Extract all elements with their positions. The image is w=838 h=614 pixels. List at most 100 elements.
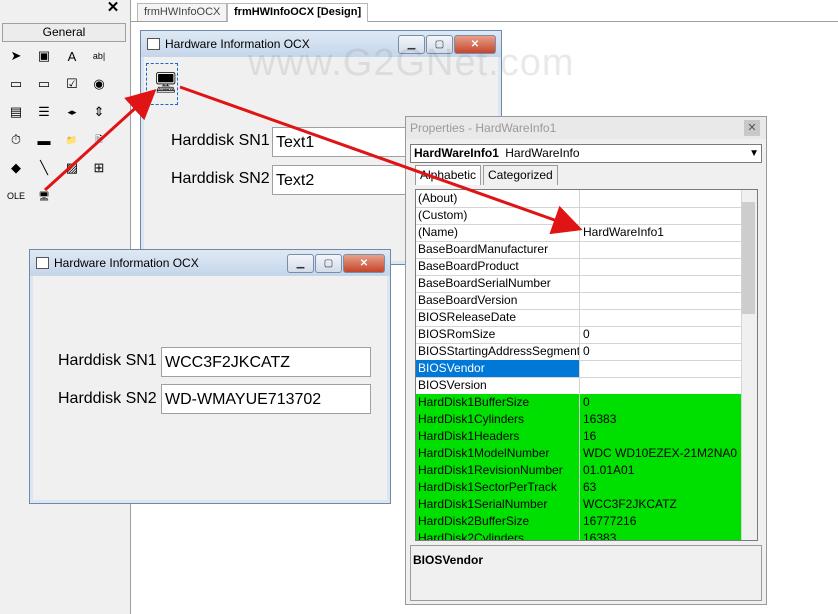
tab-categorized[interactable]: Categorized	[483, 165, 558, 185]
chevron-down-icon[interactable]: ▼	[749, 145, 759, 162]
property-row[interactable]: BIOSStartingAddressSegment 0	[416, 343, 741, 361]
run-form-titlebar: Hardware Information OCX ▁ ▢ ✕	[30, 250, 390, 276]
drivelistbox-icon[interactable]: ▬	[33, 129, 55, 151]
ole-icon[interactable]: OLE	[5, 185, 27, 207]
property-row[interactable]: HardDisk2BufferSize 16777216	[416, 513, 741, 531]
properties-window: Properties - HardWareInfo1 ✕ HardWareInf…	[405, 116, 767, 605]
line-icon[interactable]: ╲	[33, 157, 55, 179]
property-value[interactable]: 0	[581, 343, 743, 360]
hscrollbar-icon[interactable]: ◂▸	[61, 101, 83, 123]
property-value[interactable]: 16777216	[581, 513, 743, 530]
run-textbox-sn1[interactable]: WCC3F2JKCATZ	[161, 347, 371, 377]
properties-titlebar: Properties - HardWareInfo1 ✕	[406, 117, 766, 139]
property-value[interactable]: 63	[581, 479, 743, 496]
property-value[interactable]	[581, 292, 743, 309]
minimize-button[interactable]: ▁	[287, 254, 314, 273]
property-value[interactable]	[581, 190, 743, 207]
property-name: BaseBoardSerialNumber	[416, 275, 580, 292]
property-value[interactable]: 16383	[581, 411, 743, 428]
property-row[interactable]: HardDisk1Cylinders 16383	[416, 411, 741, 429]
property-row[interactable]: HardDisk1RevisionNumber 01.01A01	[416, 462, 741, 480]
property-row[interactable]: (About)	[416, 190, 741, 208]
property-row[interactable]: HardDisk1ModelNumber WDC WD10EZEX-21M2NA0	[416, 445, 741, 463]
object-type: HardWareInfo	[505, 146, 580, 160]
toolbox-general-tab[interactable]: General	[2, 23, 126, 42]
tab-alphabetic[interactable]: Alphabetic	[415, 165, 482, 185]
property-row[interactable]: BIOSRomSize 0	[416, 326, 741, 344]
property-name: BIOSStartingAddressSegment	[418, 343, 580, 360]
property-row[interactable]: BaseBoardSerialNumber	[416, 275, 741, 293]
document-tabs: frmHWInfoOCX frmHWInfoOCX [Design]	[131, 0, 838, 22]
property-value[interactable]	[581, 275, 743, 292]
shape-icon[interactable]: ◆	[5, 157, 27, 179]
form-icon	[147, 38, 160, 50]
data-icon[interactable]: ⊞	[88, 157, 110, 179]
watermark: www.G2GNet.com	[248, 42, 575, 84]
property-value[interactable]: 16	[581, 428, 743, 445]
property-name: HardDisk1BufferSize	[416, 394, 580, 411]
filelistbox-icon[interactable]: 🗎	[88, 129, 110, 151]
checkbox-icon[interactable]: ☑	[61, 73, 83, 95]
property-value[interactable]	[581, 241, 743, 258]
maximize-button[interactable]: ▢	[315, 254, 342, 273]
properties-title: Properties - HardWareInfo1	[410, 121, 557, 135]
tab-design[interactable]: frmHWInfoOCX [Design]	[227, 3, 369, 22]
property-value[interactable]: 0	[581, 326, 743, 343]
image-icon[interactable]: ▨	[61, 157, 83, 179]
property-row[interactable]: BaseBoardVersion	[416, 292, 741, 310]
property-row[interactable]: BIOSVersion	[416, 377, 741, 395]
property-value[interactable]	[581, 377, 743, 394]
hwinfo-control[interactable]: 🖥	[146, 63, 178, 105]
property-row[interactable]: HardDisk2Cylinders 16383	[416, 530, 743, 540]
textbox-icon[interactable]: ab|	[88, 45, 110, 67]
property-value[interactable]: WCC3F2JKCATZ	[581, 496, 743, 513]
design-label-sn2: Harddisk SN2	[171, 170, 270, 187]
property-name: HardDisk1ModelNumber	[416, 445, 580, 462]
property-value[interactable]: 16383	[581, 530, 743, 540]
property-name: BIOSVersion	[416, 377, 580, 394]
property-row[interactable]: (Name) HardWareInfo1	[416, 224, 741, 242]
property-row[interactable]: HardDisk1Headers 16	[416, 428, 741, 446]
property-row[interactable]: BIOSReleaseDate	[416, 309, 741, 327]
property-row[interactable]: HardDisk1SectorPerTrack 63	[416, 479, 741, 497]
property-value[interactable]	[581, 309, 743, 326]
combobox-icon[interactable]: ▤	[5, 101, 27, 123]
property-name: HardDisk1SectorPerTrack	[416, 479, 580, 496]
property-value[interactable]: WDC WD10EZEX-21M2NA0	[581, 445, 743, 462]
picturebox-icon[interactable]: ▣	[33, 45, 55, 67]
close-button[interactable]: ✕	[343, 254, 385, 273]
frame-icon[interactable]: ▭	[5, 73, 27, 95]
property-row[interactable]: (Custom)	[416, 207, 741, 225]
label-icon[interactable]: A	[61, 45, 83, 67]
vscrollbar-icon[interactable]: ⇕	[88, 101, 110, 123]
hwinfo-control-icon[interactable]: 🖥	[33, 185, 55, 207]
property-row[interactable]: HardDisk1SerialNumber WCC3F2JKCATZ	[416, 496, 741, 514]
dirlistbox-icon[interactable]: 📁	[61, 129, 83, 151]
property-name: BaseBoardVersion	[416, 292, 580, 309]
property-value[interactable]: 0	[581, 394, 743, 411]
run-textbox-sn2[interactable]: WD-WMAYUE713702	[161, 384, 371, 414]
property-value[interactable]: HardWareInfo1	[581, 224, 743, 241]
commandbutton-icon[interactable]: ▭	[33, 73, 55, 95]
listbox-icon[interactable]: ☰	[33, 101, 55, 123]
property-row[interactable]: HardDisk1BufferSize 0	[416, 394, 741, 412]
description-title: BIOSVendor	[413, 553, 484, 567]
optionbutton-icon[interactable]: ◉	[88, 73, 110, 95]
property-value[interactable]: 01.01A01	[581, 462, 743, 479]
object-selector[interactable]: HardWareInfo1 HardWareInfo ▼	[410, 144, 762, 163]
property-value[interactable]	[581, 258, 743, 275]
tab-code[interactable]: frmHWInfoOCX	[137, 3, 228, 21]
property-value[interactable]	[581, 207, 743, 224]
property-name: (Custom)	[416, 207, 580, 224]
timer-icon[interactable]: ⏱	[5, 129, 27, 151]
property-row[interactable]: BaseBoardManufacturer	[416, 241, 741, 259]
property-name: HardDisk1RevisionNumber	[416, 462, 580, 479]
pointer-icon[interactable]: ➤	[5, 45, 27, 67]
property-value[interactable]	[581, 360, 743, 377]
toolbox-close-button[interactable]: ✕	[104, 0, 122, 16]
property-row[interactable]: BaseBoardProduct	[416, 258, 741, 276]
properties-close-button[interactable]: ✕	[744, 120, 760, 136]
scrollbar-thumb[interactable]	[742, 202, 755, 314]
property-row[interactable]: BIOSVendor	[416, 360, 741, 378]
property-name: HardDisk1Cylinders	[416, 411, 580, 428]
